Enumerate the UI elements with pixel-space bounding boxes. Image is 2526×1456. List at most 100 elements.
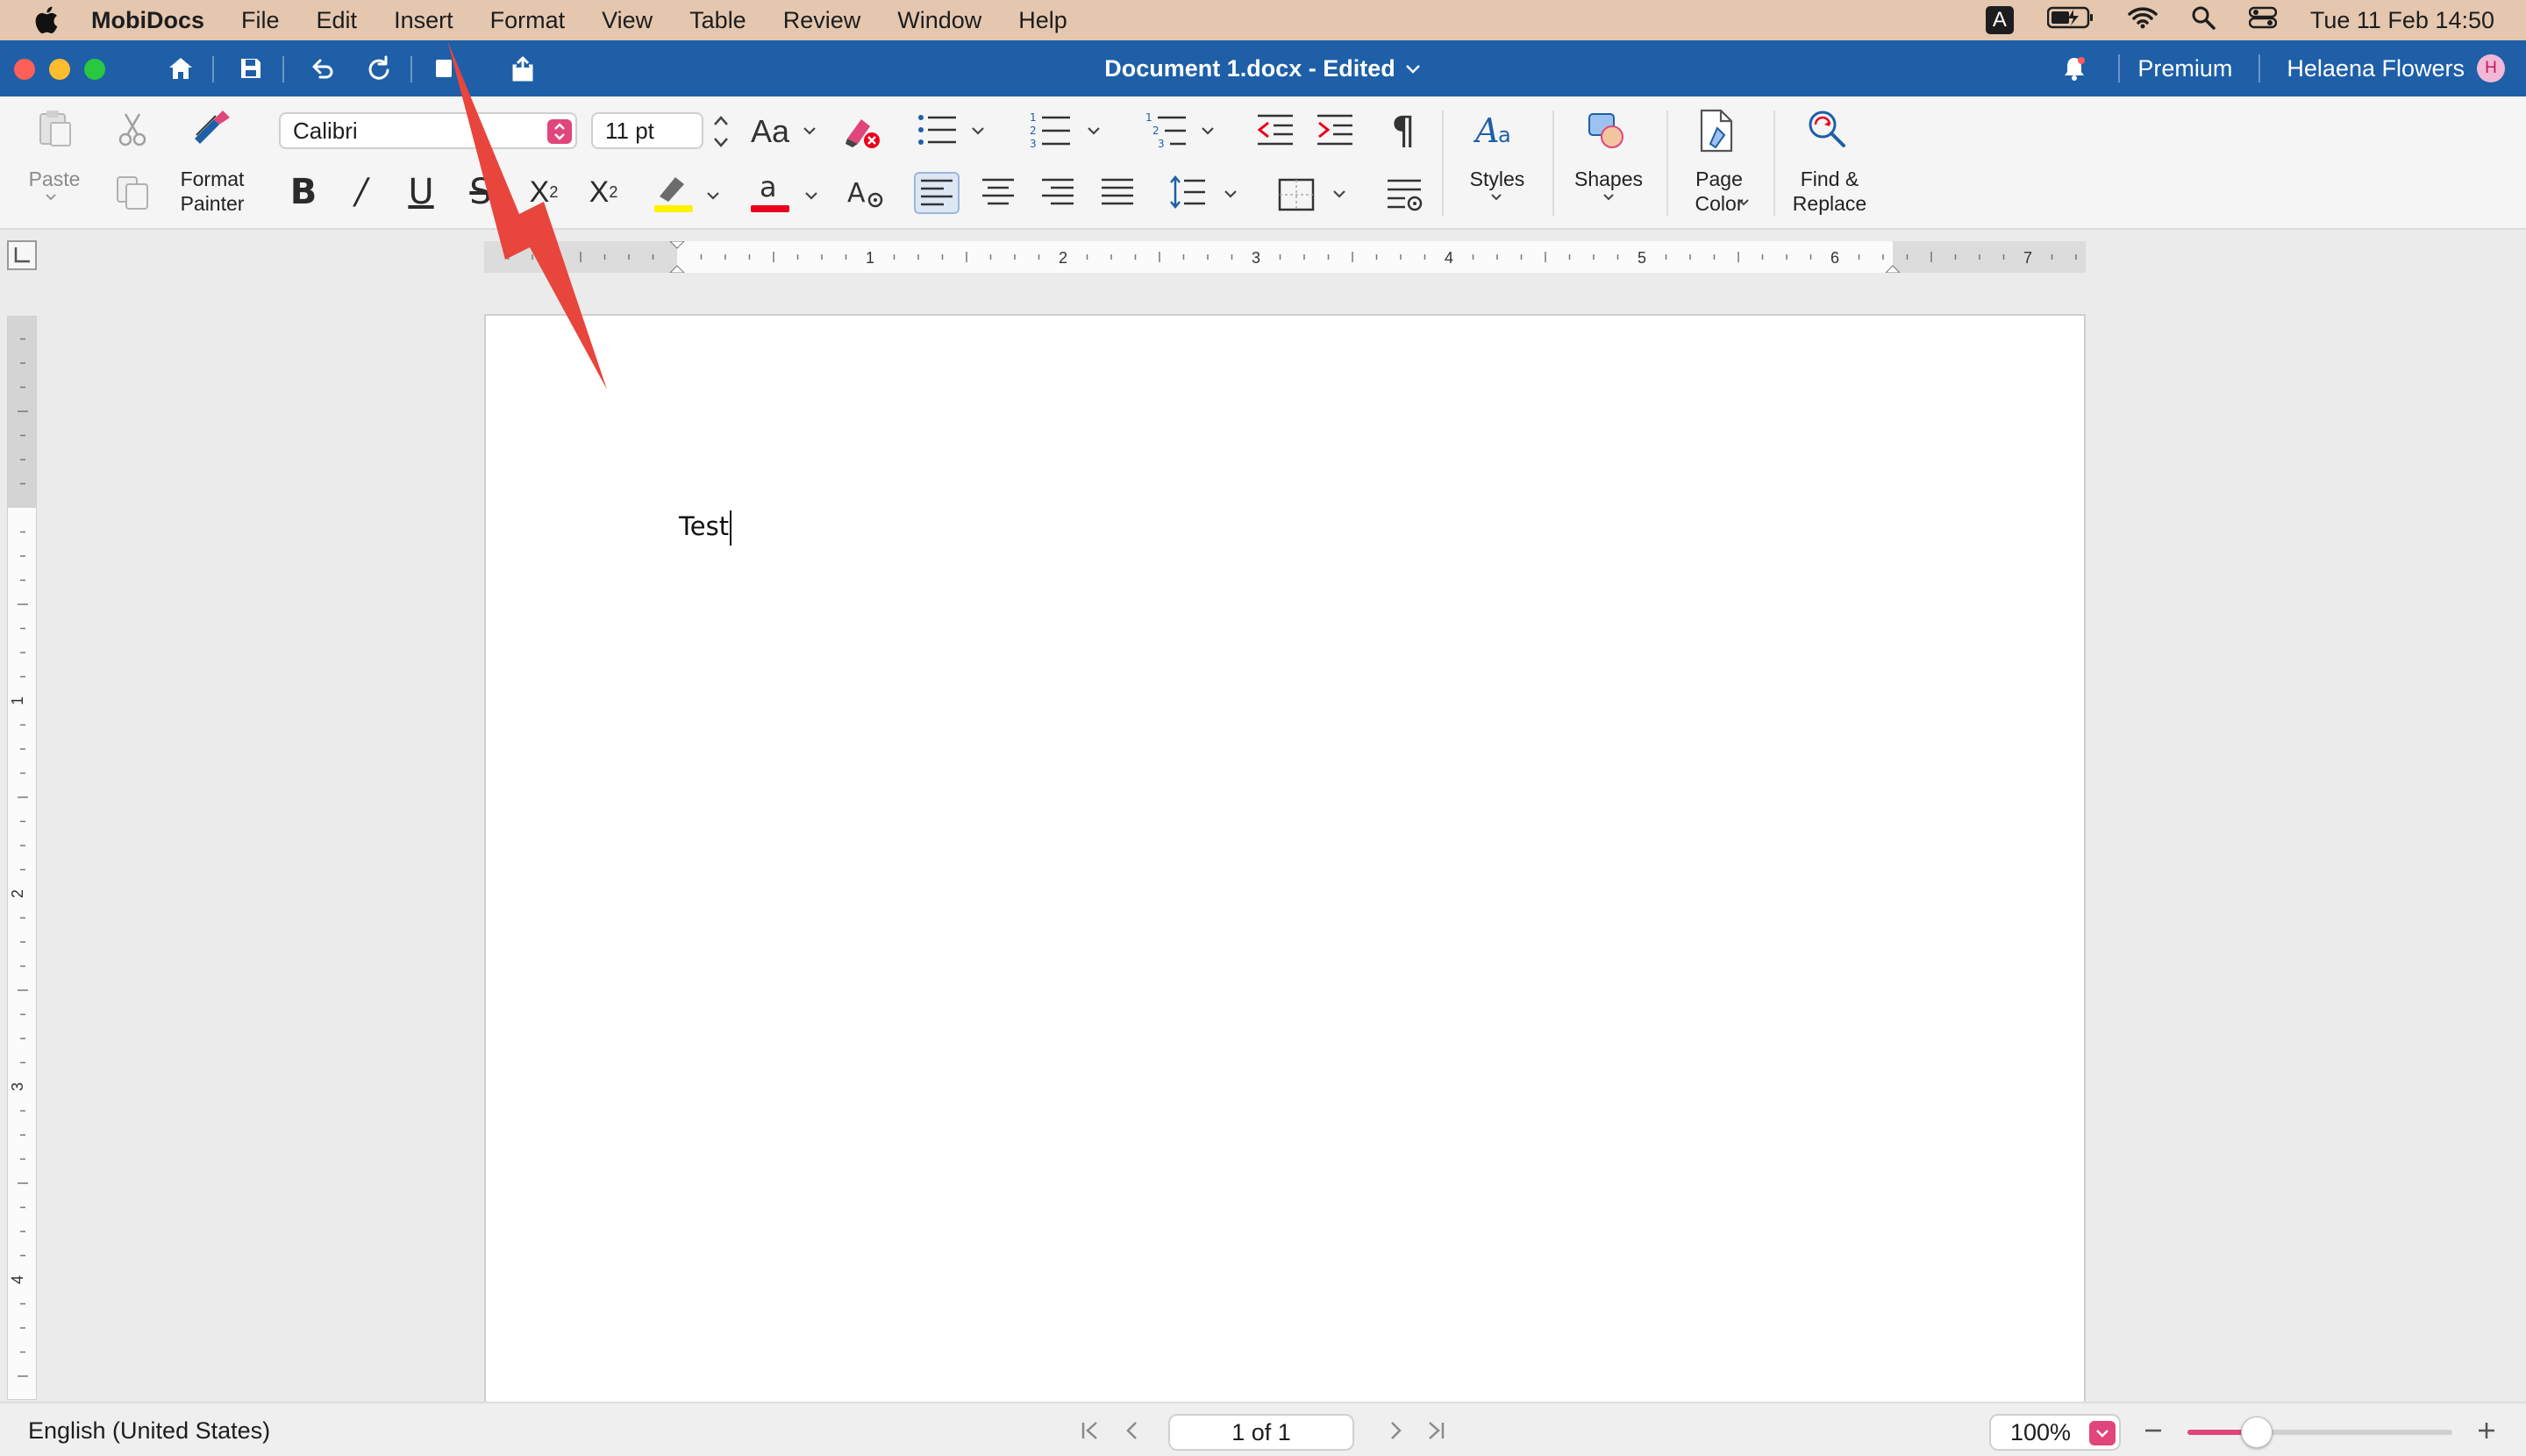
spotlight-search-icon[interactable] [2191, 5, 2216, 36]
menubar-clock[interactable]: Tue 11 Feb 14:50 [2310, 7, 2494, 34]
zoom-slider[interactable] [2187, 1417, 2452, 1448]
tab-stop-selector[interactable] [7, 240, 37, 270]
line-spacing-icon[interactable] [1168, 174, 1207, 215]
format-painter-label-2[interactable]: Painter [168, 191, 256, 216]
menu-file[interactable]: File [241, 7, 280, 34]
avatar[interactable]: H [2477, 54, 2505, 82]
menu-review[interactable]: Review [783, 7, 861, 34]
print-icon[interactable] [428, 51, 460, 86]
app-name-menu[interactable]: MobiDocs [91, 7, 204, 34]
zoom-out-icon[interactable] [2142, 1419, 2165, 1446]
font-color-chevron-icon[interactable] [803, 189, 819, 206]
apple-menu-icon[interactable] [0, 5, 91, 35]
shapes-chevron-icon[interactable] [1602, 191, 1616, 207]
next-page-icon[interactable] [1384, 1419, 1407, 1446]
page-color-label-1[interactable]: Page [1677, 167, 1761, 191]
user-name[interactable]: Helaena Flowers [2287, 55, 2465, 82]
strikethrough-button[interactable]: S [454, 165, 507, 219]
align-left-button[interactable] [914, 172, 960, 214]
bullet-list-icon[interactable] [916, 111, 960, 153]
wifi-icon[interactable] [2128, 6, 2158, 35]
increase-indent-icon[interactable] [1316, 112, 1354, 152]
italic-button[interactable]: / [335, 165, 388, 219]
undo-icon[interactable] [305, 51, 340, 86]
paste-icon[interactable] [35, 109, 74, 147]
menu-insert[interactable]: Insert [394, 7, 453, 34]
redo-icon[interactable] [361, 51, 396, 86]
multilevel-list-icon[interactable]: 123 [1145, 111, 1189, 155]
borders-chevron-icon[interactable] [1331, 188, 1347, 204]
multilevel-list-chevron-icon[interactable] [1200, 125, 1216, 141]
format-painter-label-1[interactable]: Format [168, 167, 256, 191]
line-spacing-chevron-icon[interactable] [1223, 188, 1238, 204]
justify-icon[interactable] [1100, 177, 1135, 211]
zoom-select[interactable]: 100% [1989, 1414, 2121, 1451]
styles-icon[interactable]: Aa [1473, 111, 1519, 155]
battery-icon[interactable] [2046, 6, 2094, 35]
font-size-stepper-icon[interactable] [710, 112, 731, 155]
cut-icon[interactable] [118, 112, 147, 152]
align-center-icon[interactable] [981, 177, 1016, 211]
page-color-icon[interactable] [1696, 109, 1737, 157]
format-painter-icon[interactable] [191, 109, 233, 152]
document-body-text[interactable]: Test [679, 510, 732, 546]
language-indicator[interactable]: English (United States) [28, 1403, 270, 1456]
horizontal-ruler[interactable]: 1 2 3 4 5 6 7 [484, 241, 2086, 273]
page-color-chevron-icon[interactable] [1737, 196, 1751, 212]
window-zoom-button[interactable] [84, 59, 105, 80]
font-family-stepper-icon[interactable] [547, 119, 572, 144]
character-settings-icon[interactable]: A [846, 174, 886, 217]
menu-view[interactable]: View [602, 7, 653, 34]
highlight-chevron-icon[interactable] [705, 189, 721, 206]
menu-window[interactable]: Window [897, 7, 981, 34]
paragraph-settings-icon[interactable] [1386, 177, 1424, 217]
menu-format[interactable]: Format [490, 7, 566, 34]
notifications-bell-icon[interactable] [2062, 55, 2087, 82]
zoom-slider-handle[interactable] [2240, 1417, 2273, 1448]
styles-chevron-icon[interactable] [1489, 191, 1503, 207]
bold-button[interactable]: B [277, 165, 330, 219]
shapes-label[interactable]: Shapes [1566, 167, 1651, 191]
document-title[interactable]: Document 1.docx - Edited [1104, 55, 1395, 82]
styles-label[interactable]: Styles [1458, 167, 1537, 191]
zoom-dropdown-icon[interactable] [2089, 1421, 2116, 1445]
previous-page-icon[interactable] [1121, 1419, 1144, 1446]
menu-help[interactable]: Help [1018, 7, 1067, 34]
underline-button[interactable]: U [395, 165, 447, 219]
change-case-chevron-icon[interactable] [802, 125, 817, 141]
page-indicator[interactable]: 1 of 1 [1168, 1414, 1354, 1451]
window-close-button[interactable] [14, 59, 35, 80]
menu-edit[interactable]: Edit [317, 7, 358, 34]
superscript-button[interactable]: X2 [517, 165, 570, 219]
vertical-ruler[interactable]: 1 2 3 4 [7, 316, 37, 1400]
chevron-down-icon[interactable] [1404, 62, 1422, 75]
subscript-button[interactable]: X2 [577, 165, 630, 219]
find-replace-icon[interactable] [1805, 107, 1852, 155]
find-replace-label-2[interactable]: Replace [1780, 191, 1879, 216]
save-icon[interactable] [233, 51, 268, 86]
find-replace-label-1[interactable]: Find & [1786, 167, 1873, 191]
shapes-icon[interactable] [1586, 111, 1630, 155]
premium-link[interactable]: Premium [2137, 55, 2232, 82]
clear-formatting-icon[interactable] [842, 112, 882, 157]
last-page-icon[interactable] [1424, 1419, 1447, 1446]
menu-table[interactable]: Table [689, 7, 746, 34]
align-right-icon[interactable] [1040, 177, 1075, 211]
home-icon[interactable] [163, 51, 198, 86]
highlight-color-icon[interactable] [651, 170, 695, 218]
document-page[interactable]: Test [484, 314, 2086, 1402]
zoom-in-icon[interactable] [2475, 1419, 2498, 1446]
font-family-select[interactable]: Calibri [279, 112, 577, 149]
paste-chevron-icon[interactable] [44, 191, 58, 207]
control-center-icon[interactable] [2248, 6, 2278, 35]
change-case-button[interactable]: Aa [751, 112, 789, 151]
bullet-list-chevron-icon[interactable] [970, 125, 986, 141]
numbered-list-chevron-icon[interactable] [1086, 125, 1102, 141]
numbered-list-icon[interactable]: 123 [1030, 111, 1074, 155]
paste-label[interactable]: Paste [19, 167, 89, 191]
window-minimize-button[interactable] [49, 59, 70, 80]
font-size-field[interactable]: 11 pt [591, 112, 703, 149]
first-page-icon[interactable] [1079, 1419, 1102, 1446]
font-color-icon[interactable]: a [749, 170, 791, 218]
decrease-indent-icon[interactable] [1256, 112, 1295, 152]
